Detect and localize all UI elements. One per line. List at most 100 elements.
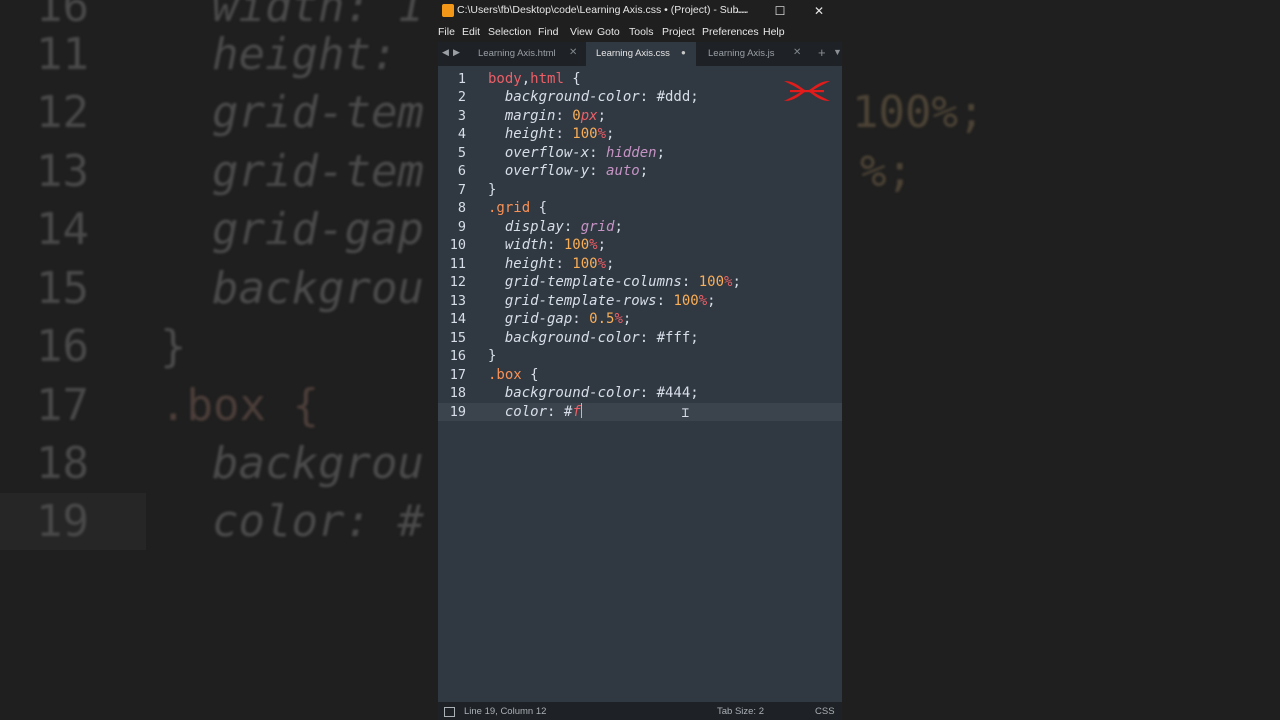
background-code-text: .box { bbox=[160, 380, 319, 431]
code-text: height: 100%; bbox=[488, 255, 615, 274]
mouse-ibeam-icon: Ɪ bbox=[682, 406, 689, 420]
new-tab-plus-icon[interactable]: + bbox=[818, 45, 826, 60]
code-text: overflow-y: auto; bbox=[488, 162, 648, 181]
code-token-brace: ; bbox=[732, 274, 741, 290]
code-token-brace: ; bbox=[690, 89, 699, 105]
menu-item-goto[interactable]: Goto bbox=[597, 26, 620, 38]
code-line[interactable]: 5 overflow-x: hidden; bbox=[438, 144, 842, 163]
code-text: overflow-x: hidden; bbox=[488, 144, 665, 163]
code-line[interactable]: 12 grid-template-columns: 100%; bbox=[438, 273, 842, 292]
maximize-button[interactable]: ☐ bbox=[769, 2, 791, 20]
line-number: 10 bbox=[449, 237, 466, 253]
background-line-number: 15 bbox=[36, 263, 89, 314]
tab-label: Learning Axis.css bbox=[596, 48, 670, 59]
code-line-current[interactable]: 19 color: #f bbox=[438, 402, 842, 422]
syntax-selector[interactable]: CSS bbox=[815, 706, 835, 717]
code-token-pct: % bbox=[614, 311, 623, 327]
menu-item-tools[interactable]: Tools bbox=[629, 26, 654, 38]
code-token-brace bbox=[488, 311, 505, 327]
code-line[interactable]: 4 height: 100%; bbox=[438, 125, 842, 144]
code-token-num: 100 bbox=[698, 274, 725, 290]
menu-item-help[interactable]: Help bbox=[763, 26, 785, 38]
code-text: margin: 0px; bbox=[488, 107, 606, 126]
menu-item-project[interactable]: Project bbox=[662, 26, 695, 38]
code-token-pct: % bbox=[597, 126, 607, 142]
background-line-number: 16 bbox=[36, 321, 89, 372]
code-line[interactable]: 10 width: 100%; bbox=[438, 236, 842, 255]
tab-scroll-left-icon[interactable]: ◀ bbox=[442, 47, 449, 58]
tab-size-selector[interactable]: Tab Size: 2 bbox=[717, 706, 764, 717]
code-token-pct: % bbox=[589, 237, 598, 253]
line-number: 16 bbox=[449, 348, 466, 364]
line-number: 11 bbox=[449, 255, 466, 272]
code-line[interactable]: 14 grid-gap: 0.5%; bbox=[438, 310, 842, 329]
code-token-num: 100 bbox=[673, 292, 699, 309]
code-line[interactable]: 11 height: 100%; bbox=[438, 255, 842, 274]
code-token-hex: #ddd bbox=[656, 89, 691, 105]
panel-toggle-icon[interactable] bbox=[444, 707, 455, 717]
window-title: C:\Users\fb\Desktop\code\Learning Axis.c… bbox=[457, 4, 748, 16]
code-line[interactable]: 3 margin: 0px; bbox=[438, 107, 842, 126]
code-text: color: #f bbox=[488, 402, 583, 422]
code-token-sel: html bbox=[530, 70, 564, 87]
minimize-button[interactable]: — bbox=[731, 2, 753, 20]
tab-close-icon[interactable]: ✕ bbox=[793, 47, 801, 58]
code-token-brace: { bbox=[563, 70, 581, 87]
code-token-brace: ; bbox=[639, 163, 649, 179]
code-editor[interactable]: 1 body,html {2 background-color: #ddd; 3 m… bbox=[438, 68, 842, 700]
tab-list-dropdown-icon[interactable]: ▼ bbox=[833, 47, 842, 57]
code-line[interactable]: 18 background-color: #444; bbox=[438, 384, 842, 403]
code-text: background-color: #444; bbox=[488, 384, 699, 403]
background-code-text: grid-gap bbox=[212, 204, 424, 255]
code-line[interactable]: 7} bbox=[438, 181, 842, 200]
unsaved-dot-icon[interactable]: ● bbox=[681, 48, 686, 57]
code-line[interactable]: 17 .box { bbox=[438, 366, 842, 385]
tab-learning-axis-js[interactable]: Learning Axis.js ✕ bbox=[696, 42, 808, 66]
code-text: grid-gap: 0.5%; bbox=[488, 310, 631, 329]
code-token-prop: height bbox=[504, 255, 556, 272]
code-token-num: 0 bbox=[572, 107, 581, 124]
menu-item-preferences[interactable]: Preferences bbox=[702, 26, 759, 38]
code-token-brace: ; bbox=[597, 107, 607, 124]
tab-scroll-right-icon[interactable]: ▶ bbox=[453, 47, 460, 58]
code-token-brace: : bbox=[547, 403, 564, 420]
code-line[interactable]: 16} bbox=[438, 347, 842, 366]
code-line[interactable]: 9 display: grid; bbox=[438, 218, 842, 237]
line-number: 5 bbox=[457, 144, 466, 161]
code-text: } bbox=[488, 181, 496, 200]
line-number: 3 bbox=[457, 107, 466, 124]
menu-item-file[interactable]: File bbox=[438, 26, 455, 38]
background-code-text: height: bbox=[212, 29, 424, 80]
code-line[interactable]: 13 grid-template-rows: 100%; bbox=[438, 292, 842, 311]
code-line[interactable]: 6 overflow-y: auto; bbox=[438, 162, 842, 181]
code-token-prop: grid-gap bbox=[504, 311, 573, 327]
code-text: height: 100%; bbox=[488, 125, 615, 144]
background-right-fragment: 100%; bbox=[852, 87, 985, 138]
close-button[interactable]: ✕ bbox=[808, 2, 830, 20]
text-cursor bbox=[580, 402, 583, 418]
tab-learning-axis-html[interactable]: Learning Axis.html ✕ bbox=[466, 42, 586, 66]
code-token-brace: { bbox=[521, 366, 539, 383]
tab-close-icon[interactable]: ✕ bbox=[569, 47, 577, 58]
tab-label: Learning Axis.html bbox=[478, 48, 556, 59]
code-token-prop: background-color bbox=[504, 329, 640, 346]
code-token-brace: : bbox=[563, 218, 581, 235]
cursor-position: Line 19, Column 12 bbox=[464, 706, 547, 717]
code-token-brace bbox=[488, 274, 505, 290]
code-line[interactable]: 8 .grid { bbox=[438, 199, 842, 218]
line-number: 15 bbox=[449, 329, 466, 346]
code-token-brace bbox=[488, 108, 505, 124]
channel-logo-icon bbox=[784, 81, 830, 101]
code-token-brace bbox=[488, 256, 505, 272]
menu-item-find[interactable]: Find bbox=[538, 26, 558, 38]
code-token-brace bbox=[488, 404, 505, 420]
tab-learning-axis-css[interactable]: Learning Axis.css ● bbox=[586, 42, 696, 66]
menu-item-selection[interactable]: Selection bbox=[488, 26, 531, 38]
background-line-number: 17 bbox=[36, 380, 89, 431]
menu-item-edit[interactable]: Edit bbox=[462, 26, 480, 38]
menu-item-view[interactable]: View bbox=[570, 26, 593, 38]
code-line[interactable]: 15 background-color: #fff; bbox=[438, 329, 842, 348]
code-token-brace: } bbox=[488, 348, 497, 364]
title-bar: C:\Users\fb\Desktop\code\Learning Axis.c… bbox=[438, 0, 842, 22]
code-token-brace: ; bbox=[622, 311, 632, 327]
